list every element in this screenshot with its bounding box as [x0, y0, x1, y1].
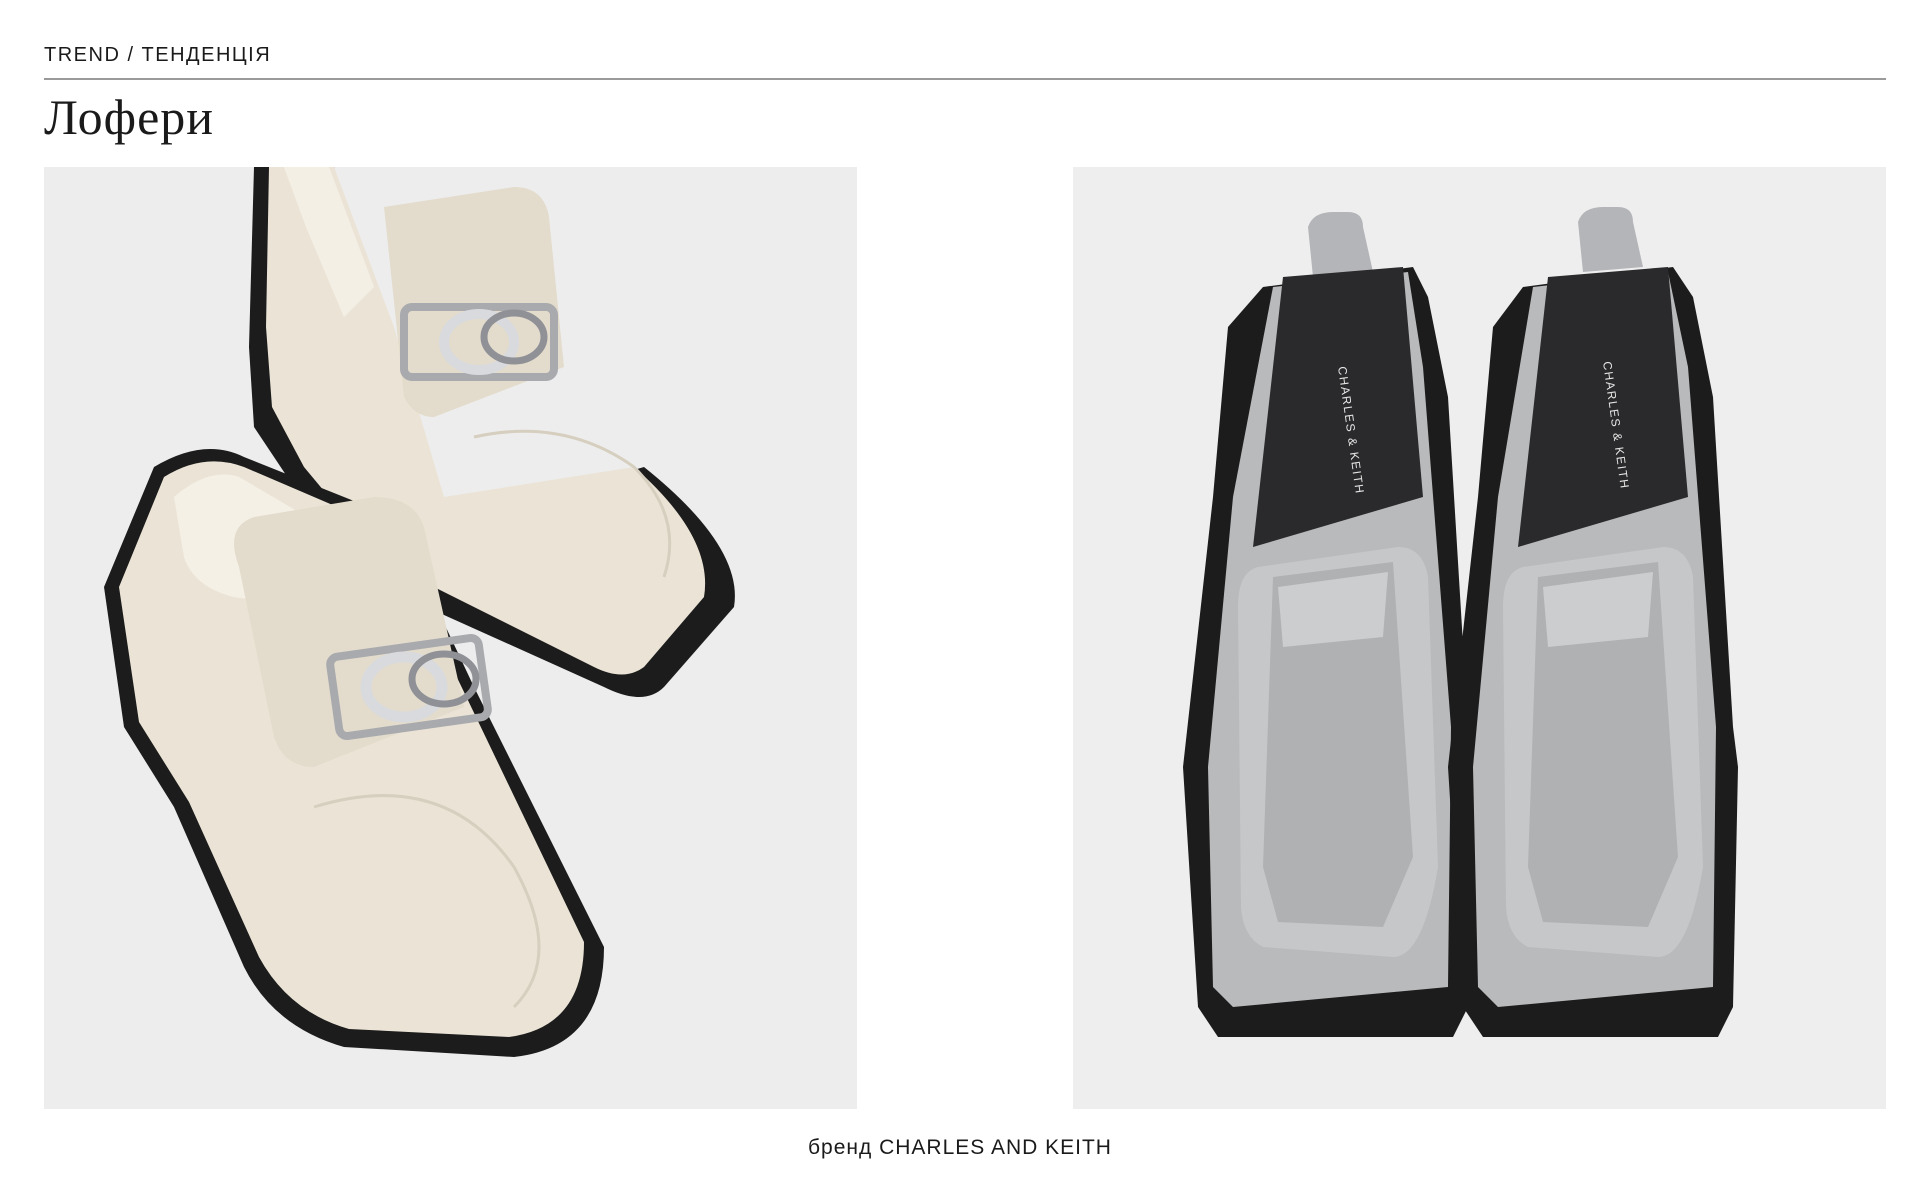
page-title: Лофери [44, 89, 215, 145]
section-kicker: TREND / ТЕНДЕНЦІЯ [44, 44, 272, 66]
header-divider [44, 78, 1886, 80]
photo-cream-loafers [44, 167, 857, 1109]
cream-loafers-illustration [104, 167, 735, 1057]
left-grey-loafer: CHARLES & KEITH [1183, 212, 1473, 1037]
right-grey-loafer: CHARLES & KEITH [1448, 207, 1738, 1037]
brand-caption: бренд CHARLES AND KEITH [808, 1136, 1112, 1159]
photo-grey-loafers: CHARLES & KEITH CHARLES & KEITH [1073, 167, 1886, 1109]
grey-loafers-illustration: CHARLES & KEITH CHARLES & KEITH [1183, 207, 1738, 1037]
